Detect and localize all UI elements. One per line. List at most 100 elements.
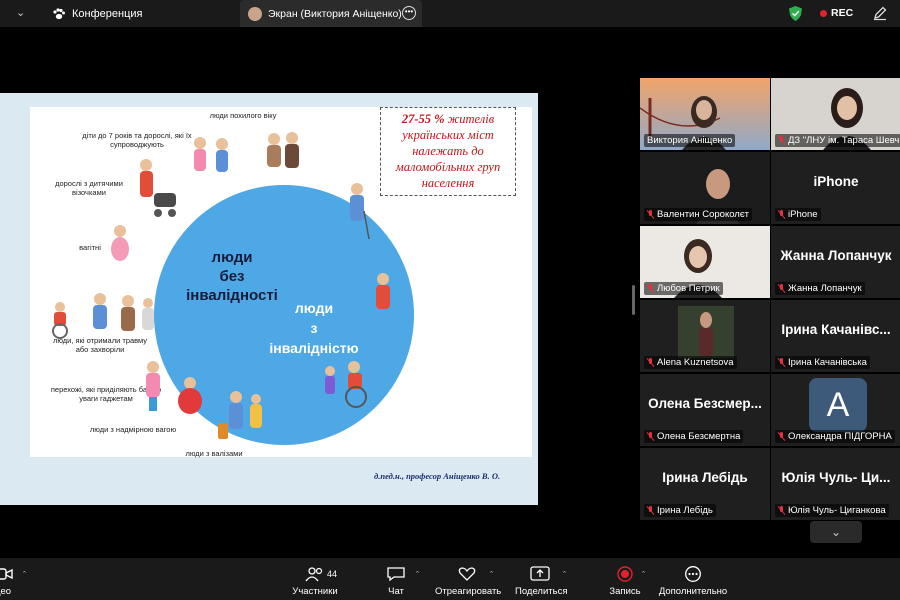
participant-name: Ірина Качанівська [775, 356, 870, 369]
avatar [248, 6, 262, 21]
mic-muted-icon [778, 506, 785, 515]
video-label: део [0, 586, 12, 597]
paw-icon [53, 7, 65, 19]
conference-tab[interactable]: Конференция [52, 0, 142, 27]
video-tile[interactable]: Жанна Лопанчук Жанна Лопанчук [771, 226, 900, 298]
participant-display-name: Жанна Лопанчук [780, 247, 892, 263]
slide-author: д.пед.н., професор Аніщенко В. О. [374, 471, 501, 481]
statistics-callout: 27-55 % жителів українських міст належат… [380, 107, 516, 196]
video-tile[interactable]: Юлія Чуль- Ци... Юлія Чуль- Циганкова [771, 448, 900, 520]
chevron-up-icon[interactable]: ˆ [23, 570, 26, 580]
heart-icon [458, 567, 476, 581]
video-tile[interactable]: Виктория Аніщенко [640, 78, 770, 150]
participant-display-name: Ірина Лебідь [662, 469, 748, 485]
label-children: діти до 7 років та дорослі, які їх супро… [82, 131, 192, 149]
participant-name: Виктория Аніщенко [644, 134, 736, 147]
circle-text-with-disability: люди з інвалідністю [269, 300, 359, 356]
chevron-up-icon[interactable]: ˆ [563, 570, 566, 580]
mic-muted-icon [647, 210, 654, 219]
video-tile[interactable]: Олена Безсмер... Олена Безсмертна [640, 374, 770, 446]
label-strollers: дорослі з дитячими візочками [55, 179, 123, 197]
mic-muted-icon [778, 136, 785, 145]
chat-button[interactable]: Чат [382, 566, 410, 597]
screen-share-tab[interactable]: Экран (Виктория Аніщенко) ••• [240, 0, 422, 27]
participant-display-name: Ірина Качанівс... [781, 321, 891, 337]
participant-display-name: iPhone [813, 173, 859, 189]
more-icon [685, 566, 701, 582]
conference-label: Конференция [72, 7, 143, 20]
participants-count: 44 [327, 569, 338, 579]
chevron-down-icon: ⌄ [830, 525, 842, 539]
blind-person-figure [350, 183, 370, 240]
mic-muted-icon [778, 210, 785, 219]
video-tile[interactable]: Ірина Лебідь Ірина Лебідь [640, 448, 770, 520]
participant-display-name: Юлія Чуль- Ци... [781, 469, 891, 485]
participants-label: Участники [292, 586, 338, 597]
participants-icon [305, 567, 323, 582]
camera-icon [0, 568, 13, 580]
callout-percentage: 27-55 % [401, 112, 445, 126]
mic-muted-icon [647, 358, 654, 367]
participant-name: Валентин Сороколєт [644, 208, 753, 221]
video-tile[interactable]: Валентин Сороколєт [640, 152, 770, 224]
more-icon[interactable]: ••• [402, 6, 416, 20]
share-label: Поделиться [515, 586, 568, 597]
video-tile[interactable]: ДЗ "ЛНУ ім. Тараса Шевч... [771, 78, 900, 150]
chevron-up-icon[interactable]: ˆ [642, 570, 645, 580]
label-overweight: люди з надмірною вагою [89, 425, 177, 434]
mic-muted-icon [778, 358, 785, 367]
chevron-up-icon[interactable]: ˆ [416, 570, 419, 580]
share-button[interactable]: Поделиться [515, 566, 568, 597]
video-tile[interactable]: A Олександра ПІДГОРНА [771, 374, 900, 446]
wheelchair-figure [325, 361, 367, 408]
participant-name: Ірина Лебідь [644, 504, 716, 517]
record-icon [617, 566, 633, 582]
video-tile[interactable]: Alena Kuznetsova [640, 300, 770, 372]
shield-icon[interactable] [789, 6, 802, 21]
record-dot-icon [820, 9, 827, 17]
record-button[interactable]: Запись [608, 566, 642, 597]
luggage-figure [218, 391, 262, 439]
recording-indicator[interactable]: REC [820, 7, 853, 19]
record-label: Запись [609, 586, 641, 597]
rec-label: REC [831, 7, 854, 19]
mic-muted-icon [647, 284, 654, 293]
participant-name: Alena Kuznetsova [644, 356, 737, 369]
shared-screen: люди без інвалідності люди з інвалідніст… [0, 93, 538, 505]
top-bar: ⌄ Конференция Экран (Виктория Аніщенко) … [0, 0, 900, 27]
chevron-down-icon[interactable]: ⌄ [16, 6, 25, 19]
stroller-figure [140, 159, 176, 217]
label-elderly: люди похилого віку [209, 111, 277, 120]
participant-name: Олександра ПІДГОРНА [775, 430, 895, 443]
chat-icon [387, 567, 405, 582]
screen-tab-label: Экран (Виктория Аніщенко) [268, 7, 402, 20]
participant-name: Юлія Чуль- Циганкова [775, 504, 889, 517]
participant-display-name: Олена Безсмер... [648, 395, 762, 411]
gallery-scrollbar[interactable] [632, 285, 635, 315]
video-tile[interactable]: iPhone iPhone [771, 152, 900, 224]
pencil-icon[interactable] [872, 5, 888, 21]
family-figure [194, 137, 228, 172]
video-tile[interactable]: Ірина Качанівс... Ірина Качанівська [771, 300, 900, 372]
circle-text-without-disability: люди без інвалідності [186, 249, 278, 304]
mic-muted-icon [778, 284, 785, 293]
amputee-figure [376, 273, 390, 309]
mic-muted-icon [647, 432, 654, 441]
avatar: A [809, 378, 867, 432]
participant-name: ДЗ "ЛНУ ім. Тараса Шевч... [775, 134, 900, 147]
label-luggage: люди з валізами [185, 449, 243, 458]
more-button[interactable]: Дополнительно [658, 566, 728, 597]
chevron-up-icon[interactable]: ˆ [490, 570, 493, 580]
mic-muted-icon [647, 506, 654, 515]
overweight-figure [178, 377, 202, 414]
participant-name: Жанна Лопанчук [775, 282, 865, 295]
gallery-scroll-down-button[interactable]: ⌄ [810, 521, 862, 543]
participant-name: Любов Петрик [644, 282, 723, 295]
video-button[interactable]: део [0, 566, 14, 597]
video-tile[interactable]: Любов Петрик [640, 226, 770, 298]
elderly-couple-figure [267, 132, 299, 168]
share-screen-icon [530, 566, 550, 581]
pregnant-figure [111, 225, 129, 261]
participant-name: iPhone [775, 208, 821, 221]
participant-name: Олена Безсмертна [644, 430, 744, 443]
